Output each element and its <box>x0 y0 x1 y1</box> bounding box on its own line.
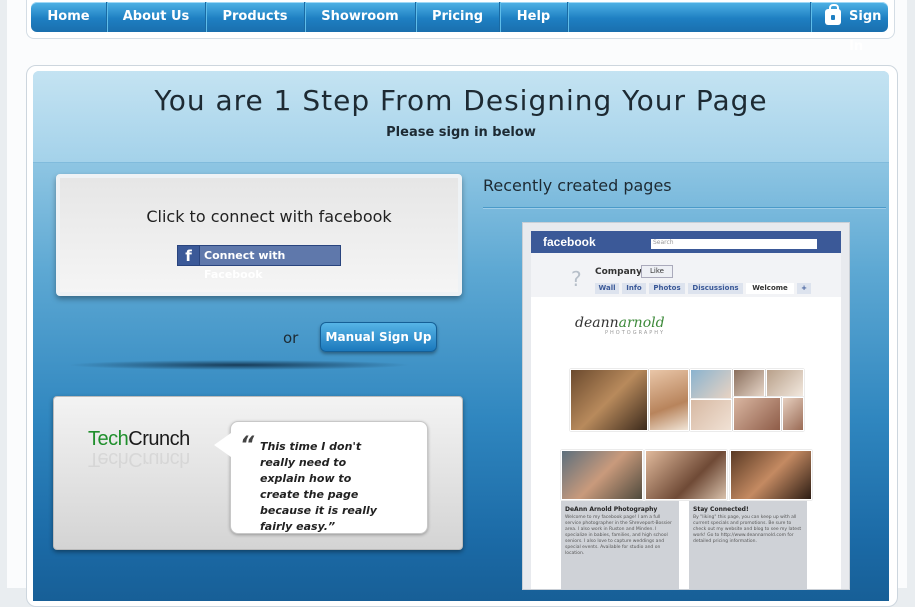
preview-photo <box>782 397 804 431</box>
or-separator: or <box>283 329 299 347</box>
preview-brand-logo: deannarnold <box>575 315 665 331</box>
nav-showroom[interactable]: Showroom <box>305 2 416 32</box>
nav-help[interactable]: Help <box>500 2 568 32</box>
nav-about-us[interactable]: About Us <box>107 2 206 32</box>
preview-photo <box>649 369 689 431</box>
lock-icon <box>825 4 841 25</box>
nav-pricing[interactable]: Pricing <box>416 2 500 32</box>
preview-brand-subtitle: PHOTOGRAPHY <box>605 330 666 336</box>
preview-info-text: By "liking" this page, you can keep up w… <box>693 515 802 544</box>
recent-page-preview[interactable]: facebook Search ? Company Like Wall Info… <box>522 222 850 590</box>
preview-photo <box>570 369 648 431</box>
manual-sign-up-button[interactable]: Manual Sign Up <box>320 322 437 352</box>
preview-tab-add: + <box>797 283 811 294</box>
preview-info-heading: DeAnn Arnold Photography <box>565 506 658 513</box>
sign-in-label: Sign In <box>849 9 882 54</box>
testimonial-quote: This time I don't really need to explain… <box>260 440 377 533</box>
preview-like-button: Like <box>641 265 673 278</box>
techcrunch-logo-reflection: TechCrunch <box>88 448 190 470</box>
facebook-button-label: Connect with Facebook <box>204 249 286 281</box>
preview-info-text: Welcome to my facebook page! I am a full… <box>565 515 672 556</box>
preview-info-heading: Stay Connected! <box>693 506 749 513</box>
preview-company-name: Company <box>595 267 642 277</box>
facebook-icon: f <box>178 246 200 265</box>
sign-in-button[interactable]: Sign In <box>810 2 889 54</box>
preview-photo <box>733 397 781 431</box>
connect-with-facebook-button[interactable]: f Connect with Facebook <box>177 245 341 281</box>
recent-pages-title: Recently created pages <box>483 176 672 195</box>
nav-products[interactable]: Products <box>206 2 305 32</box>
preview-tab-wall: Wall <box>595 283 619 294</box>
preview-tab-photos: Photos <box>649 283 685 294</box>
preview-search-field: Search <box>651 239 817 249</box>
main-nav: Home About Us Products Showroom Pricing … <box>31 2 889 54</box>
preview-tab-info: Info <box>622 283 646 294</box>
preview-photo <box>766 369 804 397</box>
quote-mark-icon: “ <box>240 433 255 458</box>
preview-photo <box>561 450 643 500</box>
divider-shadow <box>66 360 412 370</box>
preview-photo <box>733 369 765 397</box>
recent-pages-divider <box>483 207 886 208</box>
facebook-connect-title: Click to connect with facebook <box>146 207 392 226</box>
preview-facebook-logo: facebook <box>543 235 596 249</box>
preview-tab-discussions: Discussions <box>688 283 743 294</box>
page-subtitle: Please sign in below <box>386 125 536 140</box>
preview-photo <box>690 399 732 431</box>
preview-tab-welcome: Welcome <box>746 283 794 294</box>
page-title: You are 1 Step From Designing Your Page <box>154 84 768 117</box>
preview-photo <box>690 369 732 399</box>
preview-photo <box>645 450 727 500</box>
quote-bubble-tail <box>214 433 231 457</box>
preview-question-icon: ? <box>571 267 582 291</box>
preview-photo <box>730 450 812 500</box>
nav-home[interactable]: Home <box>31 2 107 32</box>
